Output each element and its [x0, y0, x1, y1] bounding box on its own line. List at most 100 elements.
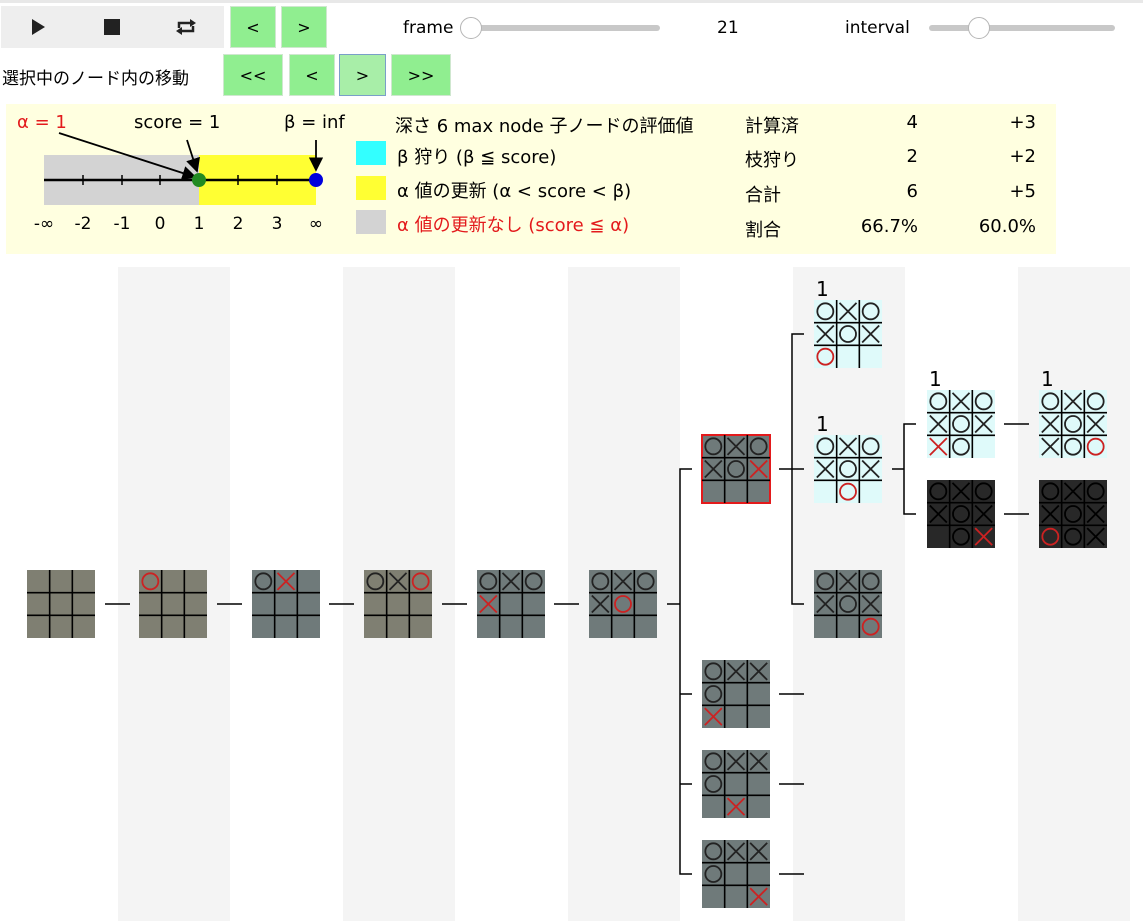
o-mark [704, 685, 723, 703]
stat-a: 66.7% [860, 216, 918, 237]
table-header: 深さ 6 max node 子ノードの評価値 [395, 116, 694, 137]
prev-frame-button[interactable]: < [230, 6, 276, 48]
stop-icon [104, 19, 120, 35]
stat-b: +3 [1009, 112, 1036, 133]
board-background [702, 840, 770, 908]
stat-label: 枝狩り [745, 150, 799, 171]
axis-tick-label: 1 [194, 214, 205, 234]
x-mark [276, 572, 296, 591]
stop-button[interactable] [75, 6, 149, 48]
x-mark [974, 527, 993, 546]
board-node-d6a[interactable] [701, 434, 771, 504]
legend-beta-cut: β 狩り (β ≦ score) [397, 147, 557, 168]
beta-cut-swatch [356, 141, 386, 165]
interval-slider[interactable] [929, 25, 1115, 31]
x-mark [726, 662, 746, 681]
board-background [252, 570, 320, 638]
o-mark [929, 482, 948, 501]
node-last-button[interactable]: >> [391, 54, 451, 96]
o-mark [952, 415, 970, 433]
o-mark [704, 775, 723, 793]
x-mark [951, 482, 971, 501]
board-node-d4[interactable] [477, 570, 545, 638]
node-score-label: 1 [929, 367, 942, 391]
axis-tick-label: 3 [272, 214, 283, 234]
o-mark [704, 662, 723, 681]
stat-label: 割合 [745, 220, 781, 241]
frame-slider-thumb[interactable] [460, 17, 482, 39]
o-mark [929, 392, 948, 411]
o-mark [704, 842, 723, 861]
o-mark [727, 460, 745, 478]
interval-slider-thumb[interactable] [968, 17, 991, 39]
node-first-button[interactable]: << [223, 54, 283, 96]
stat-a: 6 [906, 181, 918, 202]
frame-label: frame [403, 18, 454, 38]
x-mark [929, 504, 948, 524]
x-mark [929, 414, 948, 434]
board-background [477, 570, 545, 638]
stat-a: 2 [906, 146, 918, 167]
play-button[interactable] [1, 6, 75, 48]
depth-stripe [343, 267, 455, 921]
playback-controls [1, 6, 224, 48]
o-mark [952, 527, 970, 546]
depth-stripe [793, 267, 905, 921]
play-icon [32, 19, 45, 35]
stat-b: +2 [1009, 146, 1036, 167]
board-node-d2[interactable] [252, 570, 320, 638]
info-panel: α = 1 score = 1 β = inf -∞ -2 -1 0 1 2 3 ∞ 深さ 6… [6, 104, 1056, 254]
axis-tick-label: ∞ [309, 214, 323, 234]
x-mark [749, 459, 768, 479]
board-node-d8a[interactable]: 1 [927, 367, 995, 458]
x-mark [929, 437, 948, 456]
o-mark [254, 572, 273, 591]
alpha-update-swatch [356, 176, 386, 200]
board-background [702, 660, 770, 728]
o-mark [479, 572, 498, 591]
interval-label: interval [845, 18, 910, 38]
node-next-button[interactable]: > [339, 54, 386, 96]
o-mark [952, 505, 970, 523]
legend-no-update: α 値の更新なし (score ≦ α) [397, 215, 630, 236]
alpha-score-marker [192, 173, 206, 187]
x-mark [726, 842, 746, 861]
x-mark [749, 662, 768, 681]
alpha-beta-number-line: -∞ -2 -1 0 1 2 3 ∞ [34, 132, 324, 234]
o-mark [974, 392, 993, 411]
legend-alpha-update: α 値の更新 (α < score < β) [397, 181, 632, 202]
x-mark [726, 437, 746, 456]
o-mark [749, 437, 768, 456]
stat-b: 60.0% [978, 216, 1036, 237]
x-mark [749, 887, 768, 906]
x-mark [726, 797, 746, 816]
node-nav-label: 選択中のノード内の移動 [2, 69, 189, 89]
stat-label: 合計 [745, 185, 781, 206]
board-node-d6b[interactable] [702, 660, 770, 728]
o-mark [952, 437, 970, 456]
board-background [927, 480, 995, 548]
axis-tick-label: -1 [114, 214, 131, 234]
x-mark [501, 572, 521, 591]
node-prev-button[interactable]: < [289, 54, 335, 96]
o-mark [704, 752, 723, 771]
board-node-d0[interactable] [27, 570, 95, 638]
repeat-button[interactable] [149, 6, 223, 48]
x-mark [704, 707, 723, 726]
o-mark [524, 572, 543, 591]
board-background [702, 750, 770, 818]
x-mark [749, 842, 768, 861]
axis-tick-label: 2 [233, 214, 244, 234]
next-frame-button[interactable]: > [281, 6, 327, 48]
frame-value: 21 [717, 18, 739, 38]
board-node-d8b[interactable] [927, 480, 995, 548]
board-node-d6d[interactable] [702, 840, 770, 908]
depth-stripe [1018, 267, 1130, 921]
board-background [27, 570, 95, 638]
x-mark [726, 752, 746, 771]
x-mark [704, 459, 723, 479]
frame-slider[interactable] [460, 25, 660, 31]
o-mark [974, 482, 993, 501]
board-node-d6c[interactable] [702, 750, 770, 818]
depth-stripe [118, 267, 230, 921]
